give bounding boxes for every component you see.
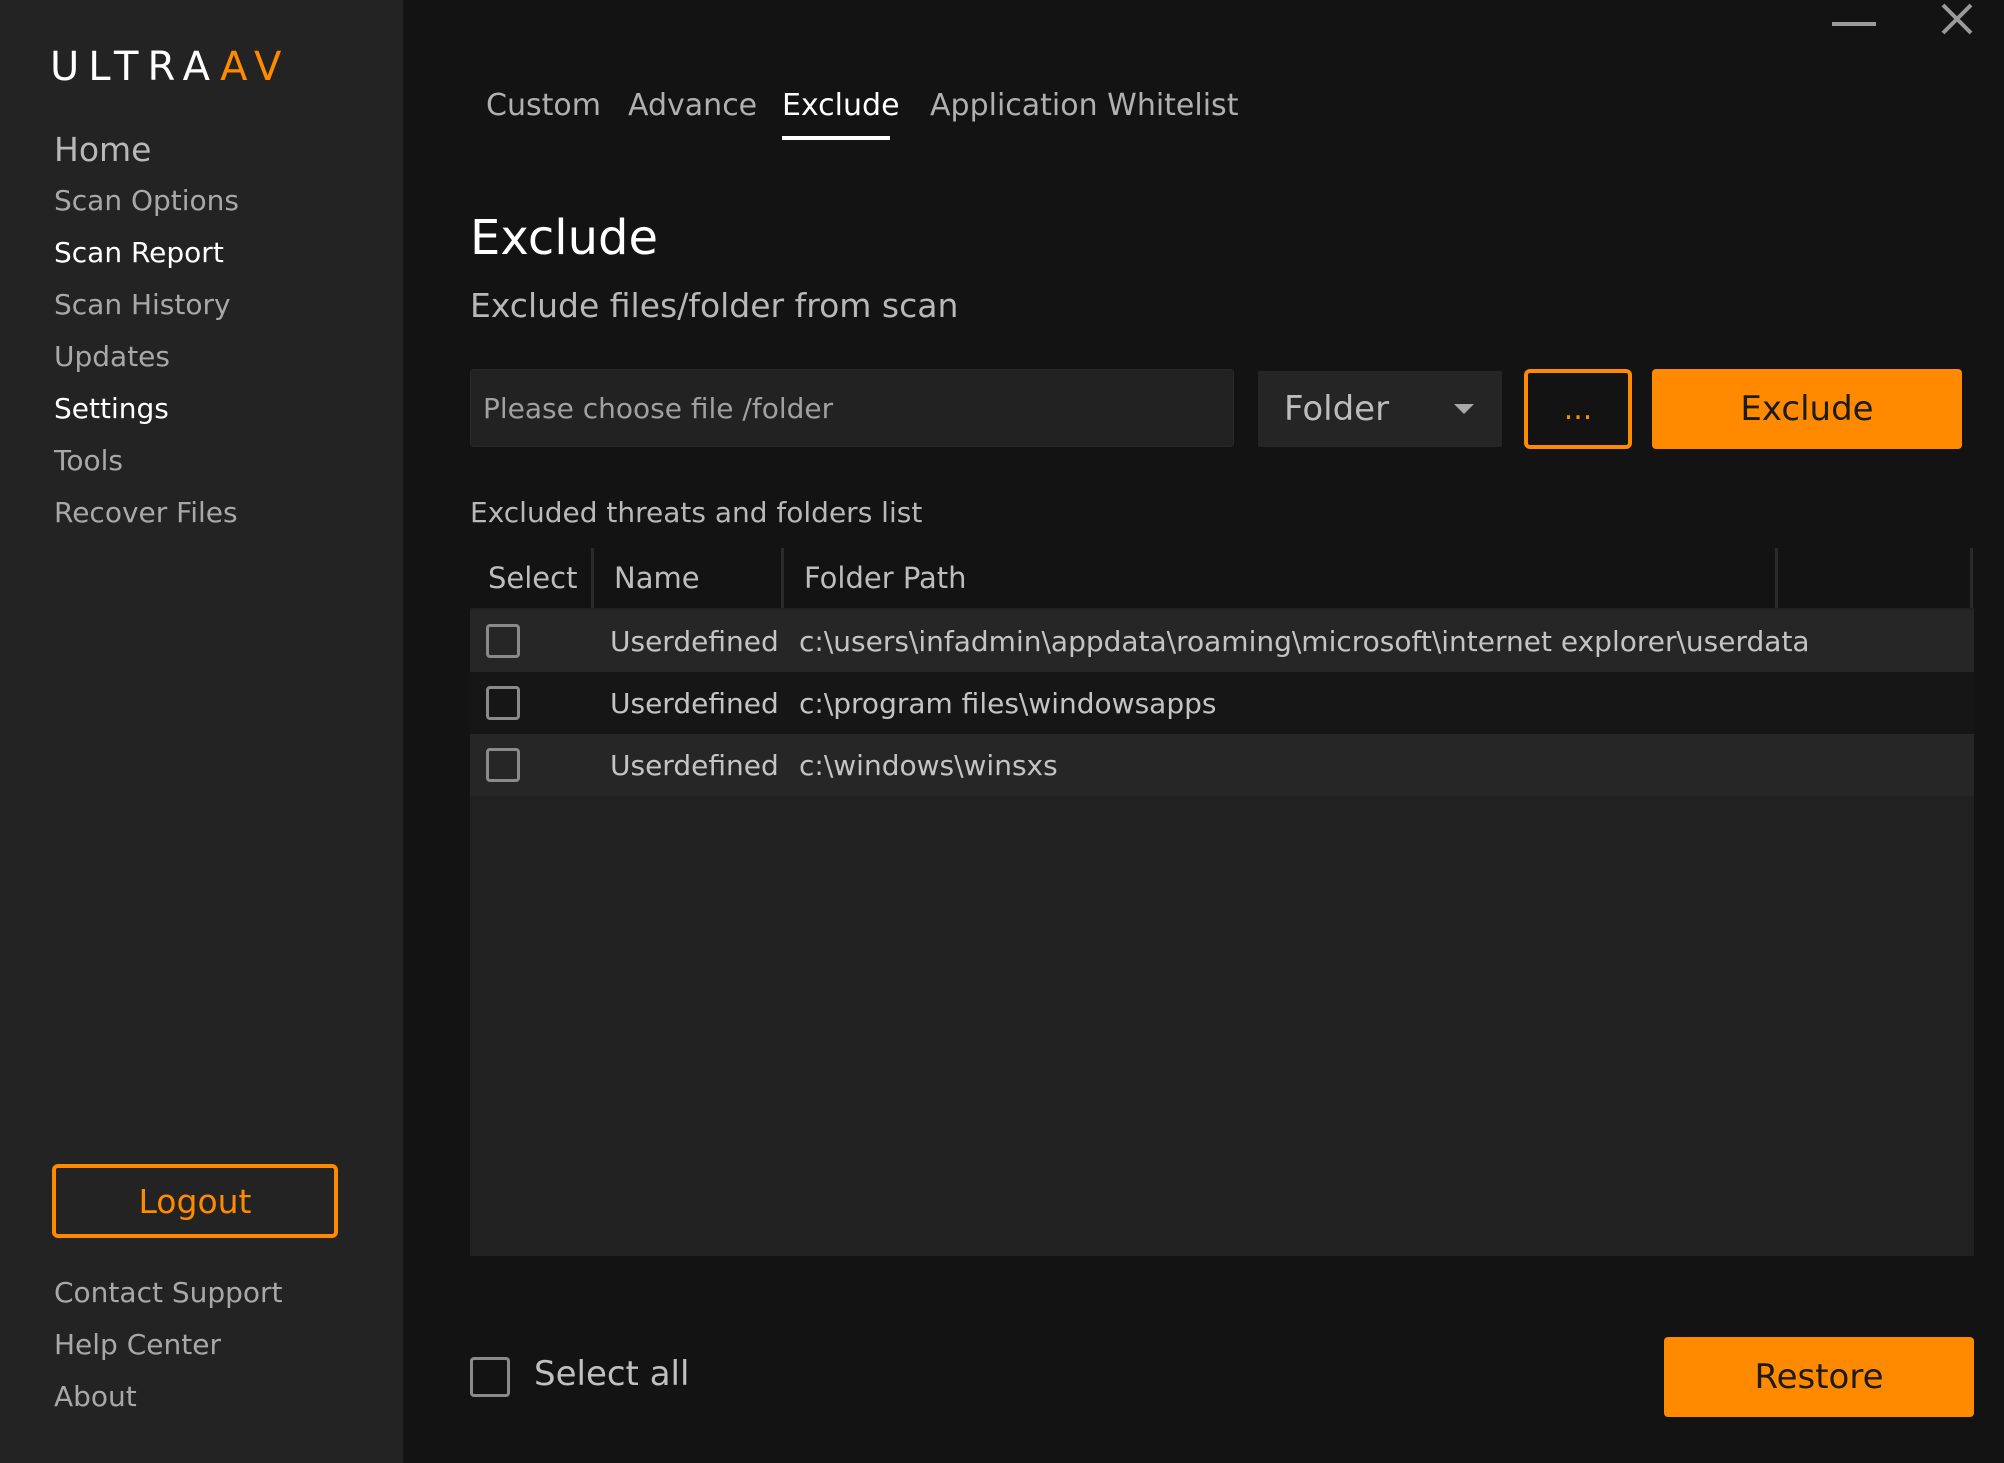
chevron-down-icon [1454,404,1474,414]
list-caption: Excluded threats and folders list [470,496,923,529]
sidebar-item-home[interactable]: Home [54,130,151,169]
select-all-checkbox[interactable] [470,1357,510,1397]
close-icon[interactable] [1938,0,1978,40]
sidebar-item-settings[interactable]: Settings [54,392,169,425]
table-header: Select Name Folder Path [470,548,1974,608]
contact-support-link[interactable]: Contact Support [54,1276,283,1309]
excluded-table: Select Name Folder Path Userdefined c:\u… [470,548,1974,1256]
row-name: Userdefined [610,748,779,782]
sidebar-item-recover-files[interactable]: Recover Files [54,496,238,529]
select-all-label[interactable]: Select all [534,1354,689,1394]
row-folder-path: c:\program files\windowsapps [799,686,1217,720]
sidebar-item-tools[interactable]: Tools [54,444,123,477]
column-divider [781,548,784,608]
tab-exclude[interactable]: Exclude [782,88,900,123]
logout-button[interactable]: Logout [52,1164,338,1238]
type-select-value: Folder [1284,389,1390,429]
column-divider [1970,548,1973,608]
table-row[interactable]: Userdefined c:\program files\windowsapps [470,672,1974,734]
tab-application-whitelist[interactable]: Application Whitelist [930,88,1238,123]
exclude-button[interactable]: Exclude [1652,369,1962,449]
active-tab-indicator [782,136,890,140]
page-subtitle: Exclude files/folder from scan [470,286,959,325]
column-header-name: Name [614,561,700,595]
row-name: Userdefined [610,686,779,720]
column-divider [591,548,594,608]
row-checkbox[interactable] [486,686,520,720]
about-link[interactable]: About [54,1380,137,1413]
row-checkbox[interactable] [486,748,520,782]
minimize-icon[interactable] [1832,22,1876,26]
type-select[interactable]: Folder [1258,371,1502,447]
table-row[interactable]: Userdefined c:\users\infadmin\appdata\ro… [470,610,1974,672]
tab-advance[interactable]: Advance [628,88,757,123]
path-input[interactable] [470,369,1234,447]
sidebar-item-scan-options[interactable]: Scan Options [54,184,239,217]
sidebar-item-scan-report[interactable]: Scan Report [54,236,224,269]
column-divider [1775,548,1778,608]
tab-custom[interactable]: Custom [486,88,601,123]
sidebar-item-updates[interactable]: Updates [54,340,170,373]
sidebar-item-scan-history[interactable]: Scan History [54,288,231,321]
row-folder-path: c:\windows\winsxs [799,748,1058,782]
column-header-folder-path: Folder Path [804,561,967,595]
logo: ULTRAAV [50,44,291,90]
app-window: ULTRAAV Home Scan Options Scan Report Sc… [0,0,2004,1463]
table-row[interactable]: Userdefined c:\windows\winsxs [470,734,1974,796]
help-center-link[interactable]: Help Center [54,1328,221,1361]
browse-button[interactable]: ... [1524,369,1632,449]
sidebar: ULTRAAV Home Scan Options Scan Report Sc… [0,0,403,1463]
row-folder-path: c:\users\infadmin\appdata\roaming\micros… [799,624,1810,658]
row-name: Userdefined [610,624,779,658]
column-header-select: Select [488,561,578,595]
restore-button[interactable]: Restore [1664,1337,1974,1417]
page-title: Exclude [470,210,659,266]
row-checkbox[interactable] [486,624,520,658]
